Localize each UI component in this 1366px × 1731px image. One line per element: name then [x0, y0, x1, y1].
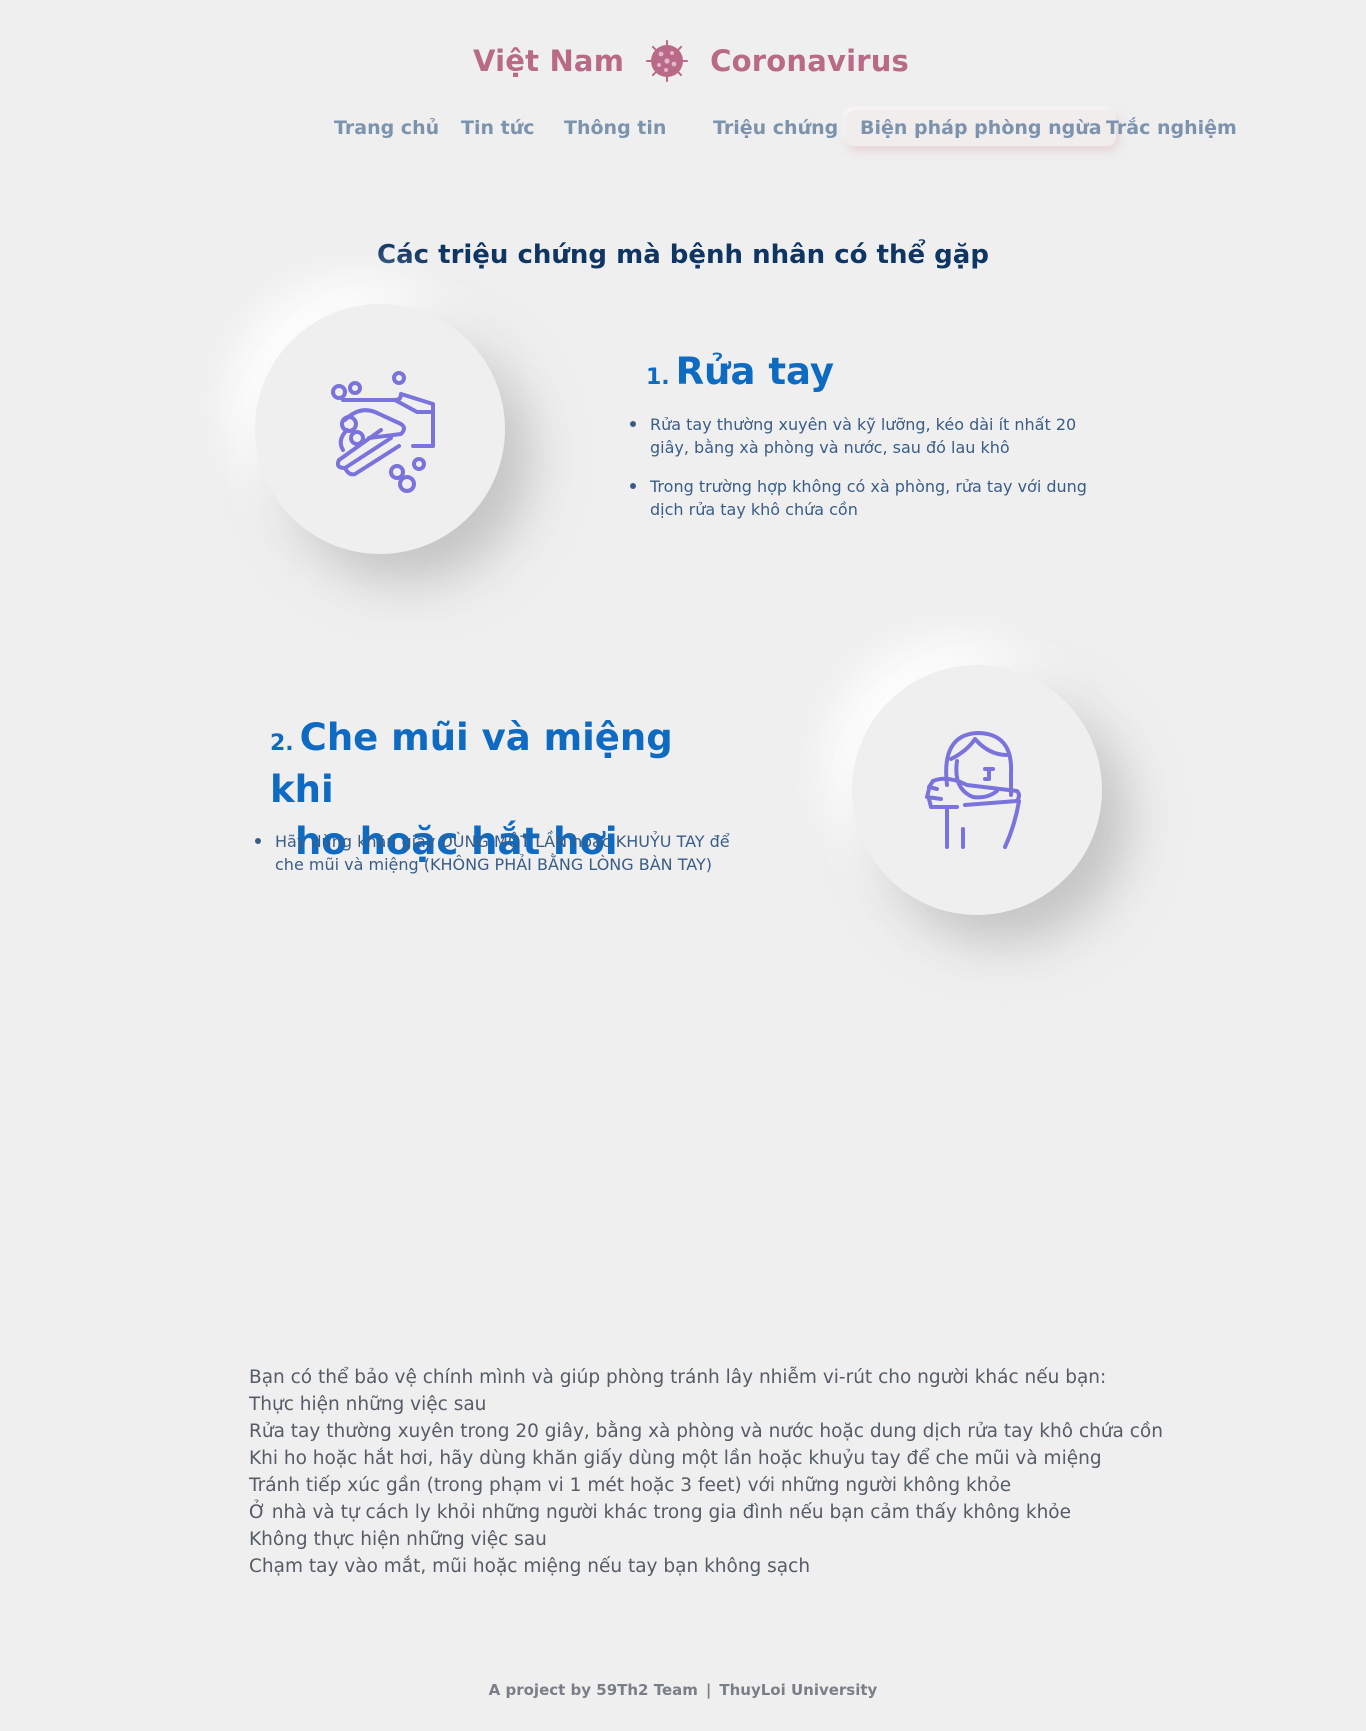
step-1-heading: 1. Rửa tay — [646, 346, 834, 398]
list-item: Rửa tay thường xuyên và kỹ lưỡng, kéo dà… — [629, 413, 1111, 459]
advice-intro: Bạn có thể bảo vệ chính mình và giúp phò… — [249, 1367, 1107, 1388]
advice-paragraph: Bạn có thể bảo vệ chính mình và giúp phò… — [249, 1364, 1163, 1580]
advice-do-item: Khi ho hoặc hắt hơi, hãy dùng khăn giấy … — [249, 1448, 1102, 1469]
list-item: Hãy dùng khăn giấy DÙNG MỘT LẦN hoặc KHU… — [254, 830, 736, 876]
footer-separator: | — [705, 1681, 712, 1699]
step-1-icon-circle — [255, 304, 505, 554]
nav-item-news[interactable]: Tin tức — [461, 110, 535, 146]
step-1-title: Rửa tay — [675, 350, 834, 393]
advice-do-item: Tránh tiếp xúc gần (trong phạm vi 1 mét … — [249, 1475, 1012, 1496]
main-nav: Trang chủ Tin tức Thông tin Triệu chứng … — [0, 110, 1366, 150]
advice-do-item: Rửa tay thường xuyên trong 20 giây, bằng… — [249, 1421, 1163, 1442]
step-2-bullets: Hãy dùng khăn giấy DÙNG MỘT LẦN hoặc KHU… — [254, 830, 736, 892]
step-2-number: 2. — [270, 731, 294, 756]
footer-university: ThuyLoi University — [719, 1681, 878, 1699]
brand-title-right: Coronavirus — [710, 44, 910, 78]
advice-dont-item: Chạm tay vào mắt, mũi hoặc miệng nếu tay… — [249, 1556, 811, 1577]
advice-do-heading: Thực hiện những việc sau — [249, 1394, 487, 1415]
nav-item-info[interactable]: Thông tin — [564, 110, 666, 146]
step-1-number: 1. — [646, 365, 670, 390]
footer: A project by 59Th2 Team | ThuyLoi Universi… — [0, 1681, 1366, 1699]
handwashing-icon — [331, 371, 435, 493]
nav-item-symptoms[interactable]: Triệu chứng — [713, 110, 838, 146]
brand-title-left: Việt Nam — [472, 44, 625, 78]
step-2-icon-circle — [852, 665, 1102, 915]
section-title: Các triệu chứng mà bệnh nhân có thể gặp — [377, 240, 989, 270]
nav-item-prevention[interactable]: Biện pháp phòng ngừa — [846, 110, 1116, 146]
footer-credit: A project by 59Th2 Team — [488, 1681, 698, 1699]
advice-do-item: Ở nhà và tự cách ly khỏi những người khá… — [249, 1502, 1072, 1523]
nav-item-quiz[interactable]: Trắc nghiệm — [1106, 110, 1237, 146]
site-header-brand: Việt Nam Coronavirus — [0, 40, 1366, 82]
list-item: Trong trường hợp không có xà phòng, rửa … — [629, 475, 1111, 521]
step-2-title-line1: Che mũi và miệng khi — [270, 716, 673, 811]
virus-icon — [646, 40, 689, 82]
cough-into-elbow-icon — [925, 731, 1021, 849]
advice-dont-heading: Không thực hiện những việc sau — [249, 1529, 547, 1550]
step-1-bullets: Rửa tay thường xuyên và kỹ lưỡng, kéo dà… — [629, 413, 1111, 537]
nav-item-home[interactable]: Trang chủ — [334, 110, 439, 146]
